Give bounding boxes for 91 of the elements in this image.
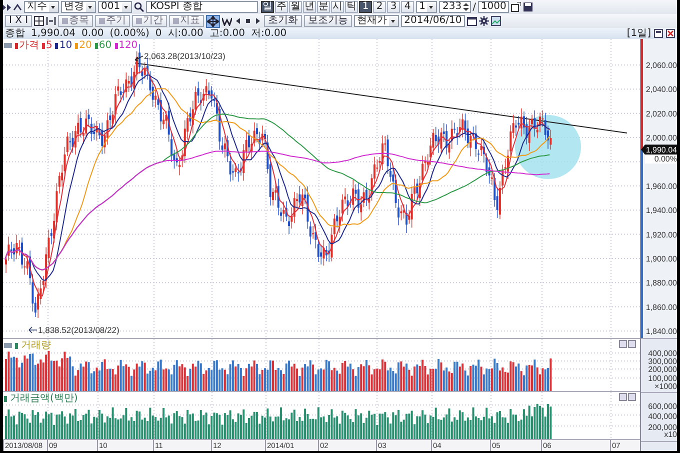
count-spinner[interactable]: 233 xyxy=(439,1,471,13)
legend-label: 60 xyxy=(98,40,112,51)
period-label: [1일] xyxy=(626,28,651,39)
y-axis-label: 1,960.00 xyxy=(646,182,677,191)
y-axis-label: 200,000 xyxy=(648,423,677,432)
period-tab[interactable]: 월 xyxy=(289,1,302,13)
y-axis-label: 400,000 xyxy=(648,412,677,421)
y-axis-label: 2,040.00 xyxy=(646,85,677,94)
index-price: 1,990.04 xyxy=(31,28,76,39)
y-axis-label: 1,860.00 xyxy=(646,302,677,312)
current-price-label: 1,990.04 xyxy=(641,144,677,155)
period-tab[interactable]: 년 xyxy=(303,1,316,13)
multiplier-tab[interactable]: 3 xyxy=(387,1,400,13)
multiplier-tab[interactable]: 1 xyxy=(359,1,372,13)
y-axis-label: 1,920.00 xyxy=(646,230,677,240)
count-separator: / xyxy=(472,2,476,12)
grid-icon[interactable] xyxy=(34,16,44,26)
multiplier-tab[interactable]: 4 xyxy=(401,1,414,13)
tool-button[interactable]: 종목 xyxy=(58,15,94,27)
y-axis-label: 1,900.00 xyxy=(646,254,677,264)
legend-swatch xyxy=(15,342,18,348)
split-icon[interactable] xyxy=(46,16,56,26)
double-arrow-icon[interactable] xyxy=(3,2,11,12)
list-icon xyxy=(173,18,180,24)
save-icon[interactable] xyxy=(523,2,534,12)
period-tab[interactable]: 일 xyxy=(261,1,274,13)
y-axis-label: 2,060.00 xyxy=(646,61,677,70)
layout-button[interactable]: I X I xyxy=(5,15,32,27)
scroll-left-icon[interactable] xyxy=(234,17,242,25)
highlight-circle xyxy=(515,115,581,179)
axis-unit: x10 xyxy=(664,430,677,439)
period-tab[interactable]: 주 xyxy=(275,1,288,13)
index-change: 0.00 xyxy=(82,28,104,39)
calendar-icon[interactable] xyxy=(466,16,477,26)
index-name: 종합 xyxy=(5,28,25,39)
y-axis-label: 2,020.00 xyxy=(646,109,677,118)
index-volume: 0 xyxy=(155,28,162,39)
max-count-field[interactable]: 1000 xyxy=(478,1,510,13)
y-axis-label: 200,000 xyxy=(648,365,677,374)
symbol-name-field[interactable]: KOSPI 종합 xyxy=(146,1,258,13)
list-icon xyxy=(136,18,142,24)
pane-title: 거래금액(백만) xyxy=(10,393,78,404)
code-dropdown[interactable]: 001 xyxy=(98,1,132,13)
y-axis-label: 1,940.00 xyxy=(646,206,677,216)
axis-unit: ×1000 xyxy=(654,382,677,391)
legend-label: 5 xyxy=(46,40,52,51)
w-icon[interactable] xyxy=(222,16,232,26)
tool-button[interactable]: 기간 xyxy=(132,15,168,27)
legend-label: 20 xyxy=(79,40,92,51)
y-axis-label: 2,000.00 xyxy=(646,134,677,143)
price-type-dropdown[interactable]: 현재가 xyxy=(354,15,400,27)
image-icon[interactable] xyxy=(490,16,501,26)
pane-title: 거래량 xyxy=(21,340,51,351)
list-icon xyxy=(99,18,106,24)
tool-button[interactable]: 지표 xyxy=(169,15,204,27)
high-price: 고:0.00 xyxy=(209,28,246,39)
open-price: 시:0.00 xyxy=(168,28,204,39)
stop-icon[interactable] xyxy=(244,17,252,25)
search-icon[interactable] xyxy=(134,2,144,12)
tool-button[interactable]: 주기 xyxy=(95,15,130,27)
close-icon[interactable] xyxy=(666,29,675,38)
y-axis-label: 1,840.00 xyxy=(646,326,677,336)
period-tab[interactable]: 분 xyxy=(317,1,330,13)
date-field[interactable]: 2014/06/10 xyxy=(401,15,465,27)
period-tab[interactable]: 시 xyxy=(331,1,344,13)
unit-dropdown[interactable]: 1 xyxy=(416,1,438,13)
trend-line[interactable] xyxy=(134,62,628,134)
gear-icon[interactable] xyxy=(478,16,489,26)
action-dropdown[interactable]: 변경 xyxy=(61,1,96,13)
move-icon[interactable] xyxy=(206,14,220,28)
list-icon xyxy=(62,18,68,24)
current-change-label: 0.00% xyxy=(645,154,677,164)
window-icon[interactable] xyxy=(511,2,522,12)
legend-swatch xyxy=(4,396,7,402)
y-axis-label: 1,880.00 xyxy=(646,278,677,288)
scroll-right-icon[interactable] xyxy=(254,17,262,25)
reset-button[interactable]: 초기화 xyxy=(264,15,302,27)
assist-button[interactable]: 보조기능 xyxy=(304,15,352,27)
market-dropdown[interactable]: 지수 xyxy=(24,1,59,13)
legend-label: 120 xyxy=(118,40,138,51)
y-axis-label: 100,000 xyxy=(648,374,677,383)
legend-label: 10 xyxy=(59,40,72,51)
period-tab[interactable]: 틱 xyxy=(345,1,358,13)
index-change-rate: (0.00%) xyxy=(110,28,150,39)
legend-label: 가격 xyxy=(19,40,39,51)
low-price: 저:0.00 xyxy=(251,28,287,39)
y-axis-label: 400,000 xyxy=(648,349,677,358)
multiplier-tab[interactable]: 2 xyxy=(373,1,386,13)
y-axis-label: 300,000 xyxy=(648,357,677,366)
maximize-icon[interactable] xyxy=(654,29,663,38)
y-axis-label: 600,000 xyxy=(648,402,677,411)
